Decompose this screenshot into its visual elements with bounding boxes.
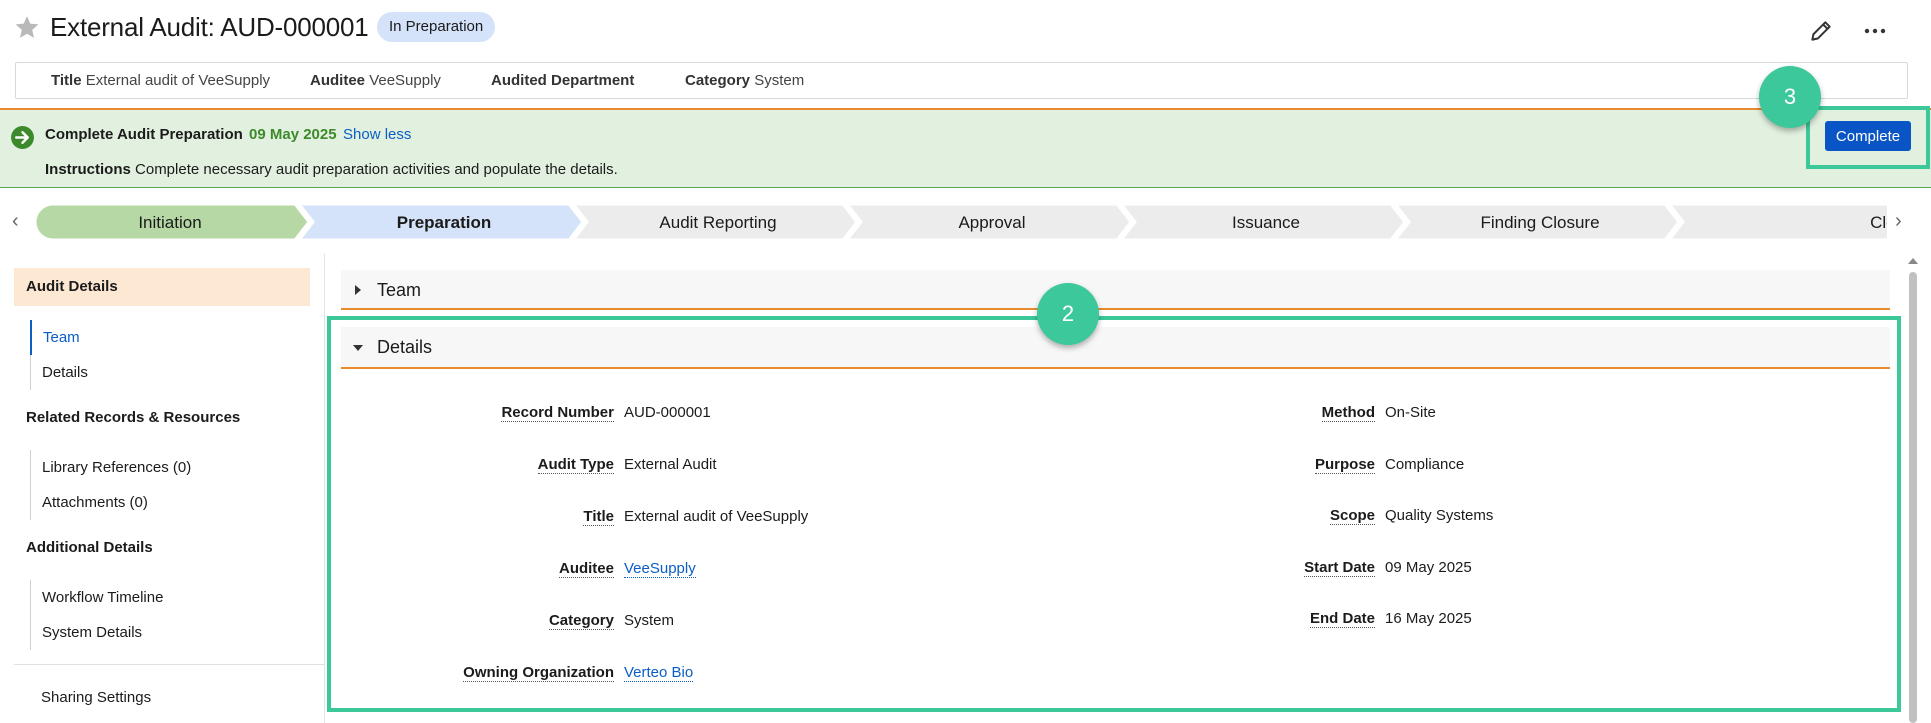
nav-divider (14, 664, 325, 665)
nav-item-workflow-timeline[interactable]: Workflow Timeline (31, 580, 163, 615)
nav-audit-details[interactable]: Audit Details (14, 268, 310, 306)
summary-bar: Title External audit of VeeSupply Audite… (15, 62, 1908, 99)
stepper-step-label: Finding Closure (1480, 213, 1599, 232)
nav-item-attachments[interactable]: Attachments (0) (31, 485, 191, 520)
status-badge: In Preparation (377, 12, 496, 42)
nav-group-audit-details: Team Details (30, 320, 88, 390)
stepper-next-arrow[interactable]: › (1895, 210, 1902, 233)
summary-department: Audited Department (491, 72, 635, 89)
stepper-step-label: Closed (1870, 213, 1887, 232)
callout-badge-2: 2 (1037, 283, 1099, 345)
edit-pencil-icon[interactable] (1808, 18, 1834, 44)
team-section-title: Team (377, 280, 422, 300)
stepper-steps: Initiation Preparation Audit Reporting Appr… (35, 204, 1887, 240)
workflow-stepper: ‹ Initiation Preparation Audit Reporting Ap… (0, 204, 1931, 240)
nav-group-additional: Workflow Timeline System Details (30, 580, 163, 650)
page-title: External Audit: AUD-000001 (50, 12, 369, 42)
caret-right-icon (355, 285, 361, 295)
callout-frame-details (327, 316, 1901, 712)
stepper-step-label: Preparation (397, 213, 491, 232)
team-section-header[interactable]: Team (341, 270, 1890, 310)
banner-task-title: Complete Audit Preparation (45, 126, 243, 143)
scroll-up-arrow-icon[interactable] (1908, 258, 1918, 264)
summary-auditee: Auditee VeeSupply (310, 72, 441, 89)
workflow-task-banner: Complete Audit Preparation 09 May 2025 S… (0, 108, 1931, 188)
main-scrollbar[interactable] (1907, 258, 1919, 723)
nav-additional-details[interactable]: Additional Details (14, 529, 310, 567)
stepper-step-label: Audit Reporting (659, 213, 776, 232)
callout-frame-complete (1806, 106, 1930, 169)
nav-sharing-settings[interactable]: Sharing Settings (41, 689, 151, 706)
summary-title: Title External audit of VeeSupply (51, 72, 271, 89)
left-navigation: Audit Details Team Details Related Recor… (0, 254, 325, 723)
show-less-link[interactable]: Show less (343, 126, 411, 143)
scroll-thumb[interactable] (1909, 272, 1917, 723)
nav-item-details[interactable]: Details (31, 355, 88, 390)
nav-related-records[interactable]: Related Records & Resources (14, 399, 310, 437)
stepper-step-closed[interactable] (1667, 204, 1887, 240)
nav-item-library-references[interactable]: Library References (0) (31, 450, 191, 485)
arrow-right-circle-icon (11, 126, 34, 149)
nav-group-related: Library References (0) Attachments (0) (30, 450, 191, 520)
callout-badge-3: 3 (1759, 66, 1821, 128)
stepper-step-label: Issuance (1232, 213, 1300, 232)
nav-item-system-details[interactable]: System Details (31, 615, 163, 650)
banner-due-date: 09 May 2025 (249, 126, 337, 143)
stepper-step-label: Initiation (138, 213, 201, 232)
more-actions-icon[interactable] (1860, 18, 1890, 44)
stepper-step-label: Approval (958, 213, 1025, 232)
record-header: External Audit: AUD-000001 In Preparatio… (0, 0, 1931, 58)
stepper-prev-arrow[interactable]: ‹ (12, 210, 19, 233)
banner-instructions: Instructions Complete necessary audit pr… (45, 161, 618, 178)
favorite-star-icon[interactable] (14, 14, 40, 40)
nav-item-team[interactable]: Team (30, 320, 88, 355)
summary-category: Category System (685, 72, 805, 89)
